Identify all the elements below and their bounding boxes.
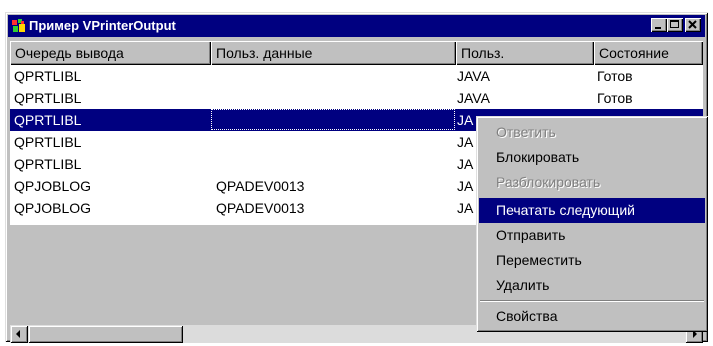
cell-user: JAVA: [457, 90, 490, 106]
cell-queue: QPJOBLOG: [14, 200, 92, 216]
cell-queue: QPRTLIBL: [14, 156, 82, 172]
menu-item-hold[interactable]: Блокировать: [479, 145, 705, 170]
table-row[interactable]: QPRTLIBL JAVA Готов: [10, 65, 703, 87]
cell-user-data: [216, 87, 456, 109]
scroll-left-button[interactable]: [10, 325, 28, 343]
cell-queue: QPJOBLOG: [14, 178, 92, 194]
menu-item-delete[interactable]: Удалить: [479, 273, 705, 298]
menu-item-send[interactable]: Отправить: [479, 223, 705, 248]
minimize-icon: [655, 27, 661, 29]
table-row[interactable]: QPRTLIBL JAVA Готов: [10, 87, 703, 109]
cell-status: Готов: [597, 68, 633, 84]
column-header-user-data[interactable]: Польз. данные: [211, 41, 456, 65]
menu-item-print-next[interactable]: Печатать следующий: [479, 198, 705, 223]
window-title: Пример VPrinterOutput: [29, 18, 176, 33]
column-header-queue[interactable]: Очередь вывода: [10, 41, 211, 65]
menu-item-properties[interactable]: Свойства: [479, 304, 705, 329]
cell-user-data: [216, 109, 456, 131]
title-bar[interactable]: Пример VPrinterOutput: [8, 15, 705, 37]
cell-queue: QPRTLIBL: [14, 112, 82, 128]
cell-user-data: [216, 131, 456, 153]
menu-item-reply[interactable]: Ответить: [479, 120, 705, 145]
column-header-user[interactable]: Польз.: [456, 41, 594, 65]
app-icon: [12, 19, 26, 33]
arrow-left-icon: [16, 330, 20, 338]
cell-user-data: [216, 153, 456, 175]
menu-item-move[interactable]: Переместить: [479, 248, 705, 273]
cell-user-data: [216, 65, 456, 87]
maximize-icon: [670, 20, 679, 28]
column-header-status[interactable]: Состояние: [594, 41, 703, 65]
cell-user: JAVA: [457, 68, 490, 84]
scrollbar-thumb[interactable]: [28, 325, 183, 343]
close-icon: [688, 20, 697, 29]
menu-item-release[interactable]: Разблокировать: [479, 170, 705, 195]
cell-queue: QPRTLIBL: [14, 68, 82, 84]
minimize-button[interactable]: [651, 18, 667, 32]
cell-status: Готов: [597, 90, 633, 106]
context-menu: Ответить Блокировать Разблокировать Печа…: [476, 116, 708, 332]
maximize-button[interactable]: [667, 18, 683, 32]
close-button[interactable]: [685, 18, 701, 32]
table-header: Очередь вывода Польз. данные Польз. Сост…: [10, 41, 703, 65]
cell-user-data: QPADEV0013: [216, 200, 305, 216]
cell-queue: QPRTLIBL: [14, 134, 82, 150]
cell-user-data: QPADEV0013: [216, 178, 305, 194]
cell-queue: QPRTLIBL: [14, 90, 82, 106]
menu-separator: [480, 300, 704, 302]
